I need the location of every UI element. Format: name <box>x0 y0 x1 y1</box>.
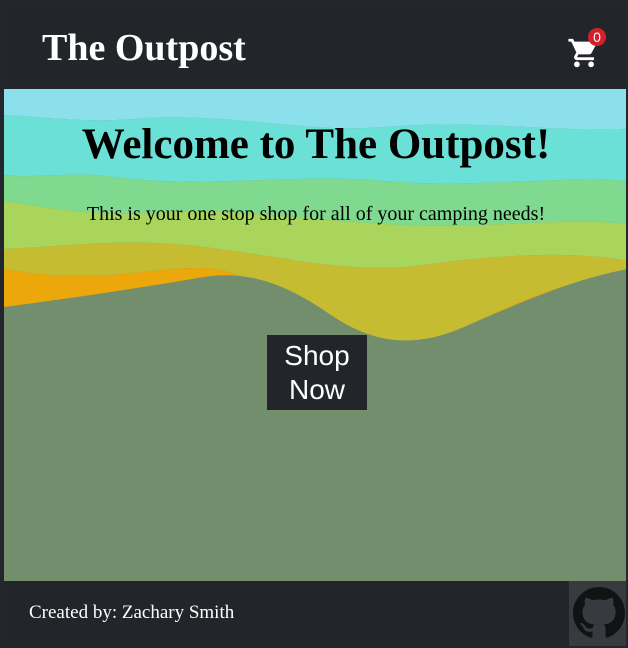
cart-button[interactable]: 0 <box>566 28 606 72</box>
github-icon <box>573 587 625 638</box>
author-credit: Created by: Zachary Smith <box>29 602 235 623</box>
shop-now-button[interactable]: Shop Now <box>267 335 367 410</box>
github-link[interactable] <box>569 581 626 646</box>
hero-section: Welcome to The Outpost! This is your one… <box>4 89 626 581</box>
welcome-heading: Welcome to The Outpost! <box>81 121 551 168</box>
navbar: The Outpost 0 <box>4 6 626 89</box>
cart-count-badge: 0 <box>588 28 606 46</box>
shop-now-label-line1: Shop <box>284 339 350 371</box>
brand-link[interactable]: The Outpost <box>42 26 246 70</box>
footer: Created by: Zachary Smith <box>4 581 626 646</box>
app-frame: The Outpost 0 Welcome to The Outpost! Th… <box>0 0 628 648</box>
welcome-subtitle: This is your one stop shop for all of yo… <box>86 203 546 225</box>
shop-now-label-line2: Now <box>288 373 345 405</box>
